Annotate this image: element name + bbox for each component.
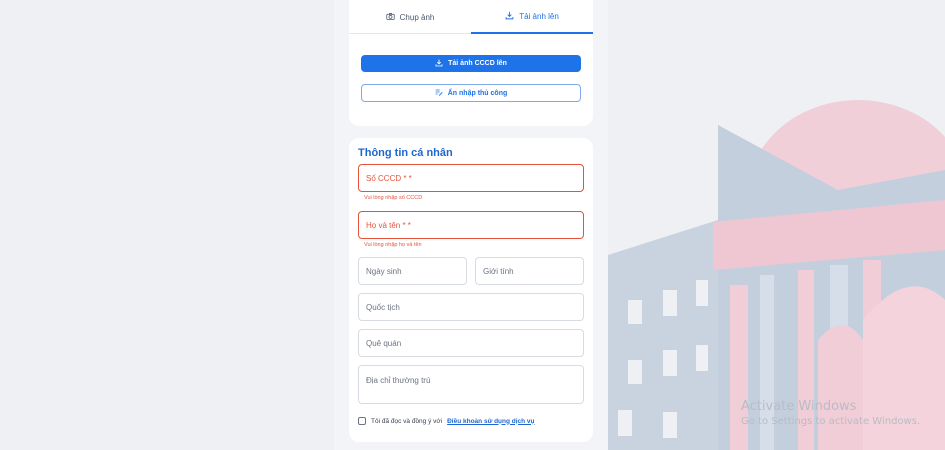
upload-cccd-button[interactable]: Tải ảnh CCCD lên bbox=[361, 55, 581, 72]
tab-bar: Chụp ảnh Tải ảnh lên bbox=[349, 0, 593, 34]
full-name-placeholder: Họ và tên * * bbox=[366, 220, 411, 230]
tab-upload-photo[interactable]: Tải ảnh lên bbox=[471, 0, 593, 34]
birth-date-placeholder: Ngày sinh bbox=[366, 266, 402, 276]
hometown-field[interactable]: Quê quán bbox=[358, 329, 584, 357]
full-name-error-message: Vui lòng nhập họ và tên bbox=[364, 242, 422, 248]
nationality-placeholder: Quốc tịch bbox=[366, 302, 400, 312]
cccd-error-message: Vui lòng nhập số CCCD bbox=[364, 195, 423, 201]
nationality-field[interactable]: Quốc tịch bbox=[358, 293, 584, 321]
download-icon bbox=[435, 59, 443, 69]
manual-entry-button[interactable]: Ấn nhập thủ công bbox=[361, 84, 581, 102]
tab-label: Tải ảnh lên bbox=[519, 11, 559, 21]
tab-take-photo[interactable]: Chụp ảnh bbox=[349, 0, 471, 34]
cccd-placeholder: Số CCCD * * bbox=[366, 173, 412, 183]
upload-cccd-label: Tải ảnh CCCD lên bbox=[448, 60, 507, 67]
gender-placeholder: Giới tính bbox=[483, 266, 514, 276]
terms-checkbox[interactable] bbox=[358, 417, 366, 425]
terms-text: Tôi đã đọc và đồng ý với bbox=[371, 417, 443, 425]
background-building-illustration bbox=[608, 0, 945, 450]
windows-activation-watermark: Activate Windows Go to Settings to activ… bbox=[741, 399, 920, 427]
download-icon bbox=[505, 11, 514, 22]
address-placeholder: Địa chỉ thường trú bbox=[366, 376, 431, 385]
section-title: Thông tin cá nhân bbox=[358, 147, 453, 159]
tab-label: Chụp ảnh bbox=[399, 12, 435, 22]
full-name-field[interactable]: Họ và tên * * bbox=[358, 211, 584, 239]
birth-date-field[interactable]: Ngày sinh bbox=[358, 257, 467, 285]
watermark-line-2: Go to Settings to activate Windows. bbox=[741, 416, 921, 427]
terms-agreement: Tôi đã đọc và đồng ý với Điều khoản sử d… bbox=[358, 417, 535, 425]
watermark-line-1: Activate Windows bbox=[741, 399, 857, 414]
cccd-number-field[interactable]: Số CCCD * * bbox=[358, 164, 584, 192]
edit-list-icon bbox=[435, 88, 443, 98]
terms-link[interactable]: Điều khoản sử dụng dịch vụ bbox=[447, 418, 534, 425]
manual-entry-label: Ấn nhập thủ công bbox=[447, 89, 508, 97]
gender-field[interactable]: Giới tính bbox=[475, 257, 584, 285]
camera-icon bbox=[386, 12, 395, 23]
permanent-address-field[interactable]: Địa chỉ thường trú bbox=[358, 365, 584, 404]
hometown-placeholder: Quê quán bbox=[366, 338, 402, 348]
